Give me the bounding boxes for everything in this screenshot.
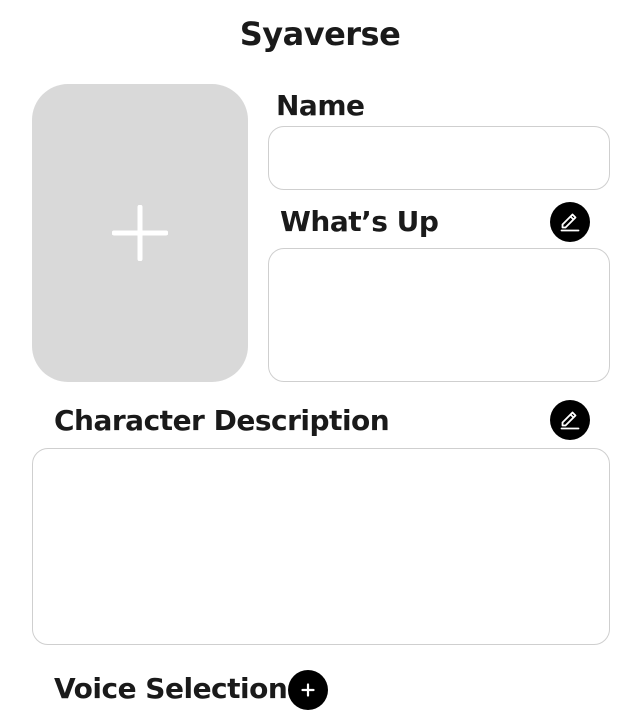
add-voice-button[interactable] [288,670,328,710]
character-description-label: Character Description [54,404,390,437]
whats-up-field-box [268,248,610,382]
plus-icon [301,683,315,697]
whats-up-label: What’s Up [280,205,439,238]
app-title: Syaverse [239,15,401,53]
voice-selection-label: Voice Selection [54,672,288,705]
name-input[interactable] [269,127,609,189]
name-field-box [268,126,610,190]
character-description-field-box [32,448,610,645]
whats-up-textarea[interactable] [269,249,609,381]
name-label: Name [276,89,365,122]
character-image-upload[interactable] [32,84,248,382]
pencil-icon [560,213,580,232]
pencil-icon [560,411,580,430]
character-description-textarea[interactable] [33,449,609,644]
whats-up-edit-button[interactable] [550,202,590,242]
character-description-edit-button[interactable] [550,400,590,440]
plus-icon [112,205,168,261]
